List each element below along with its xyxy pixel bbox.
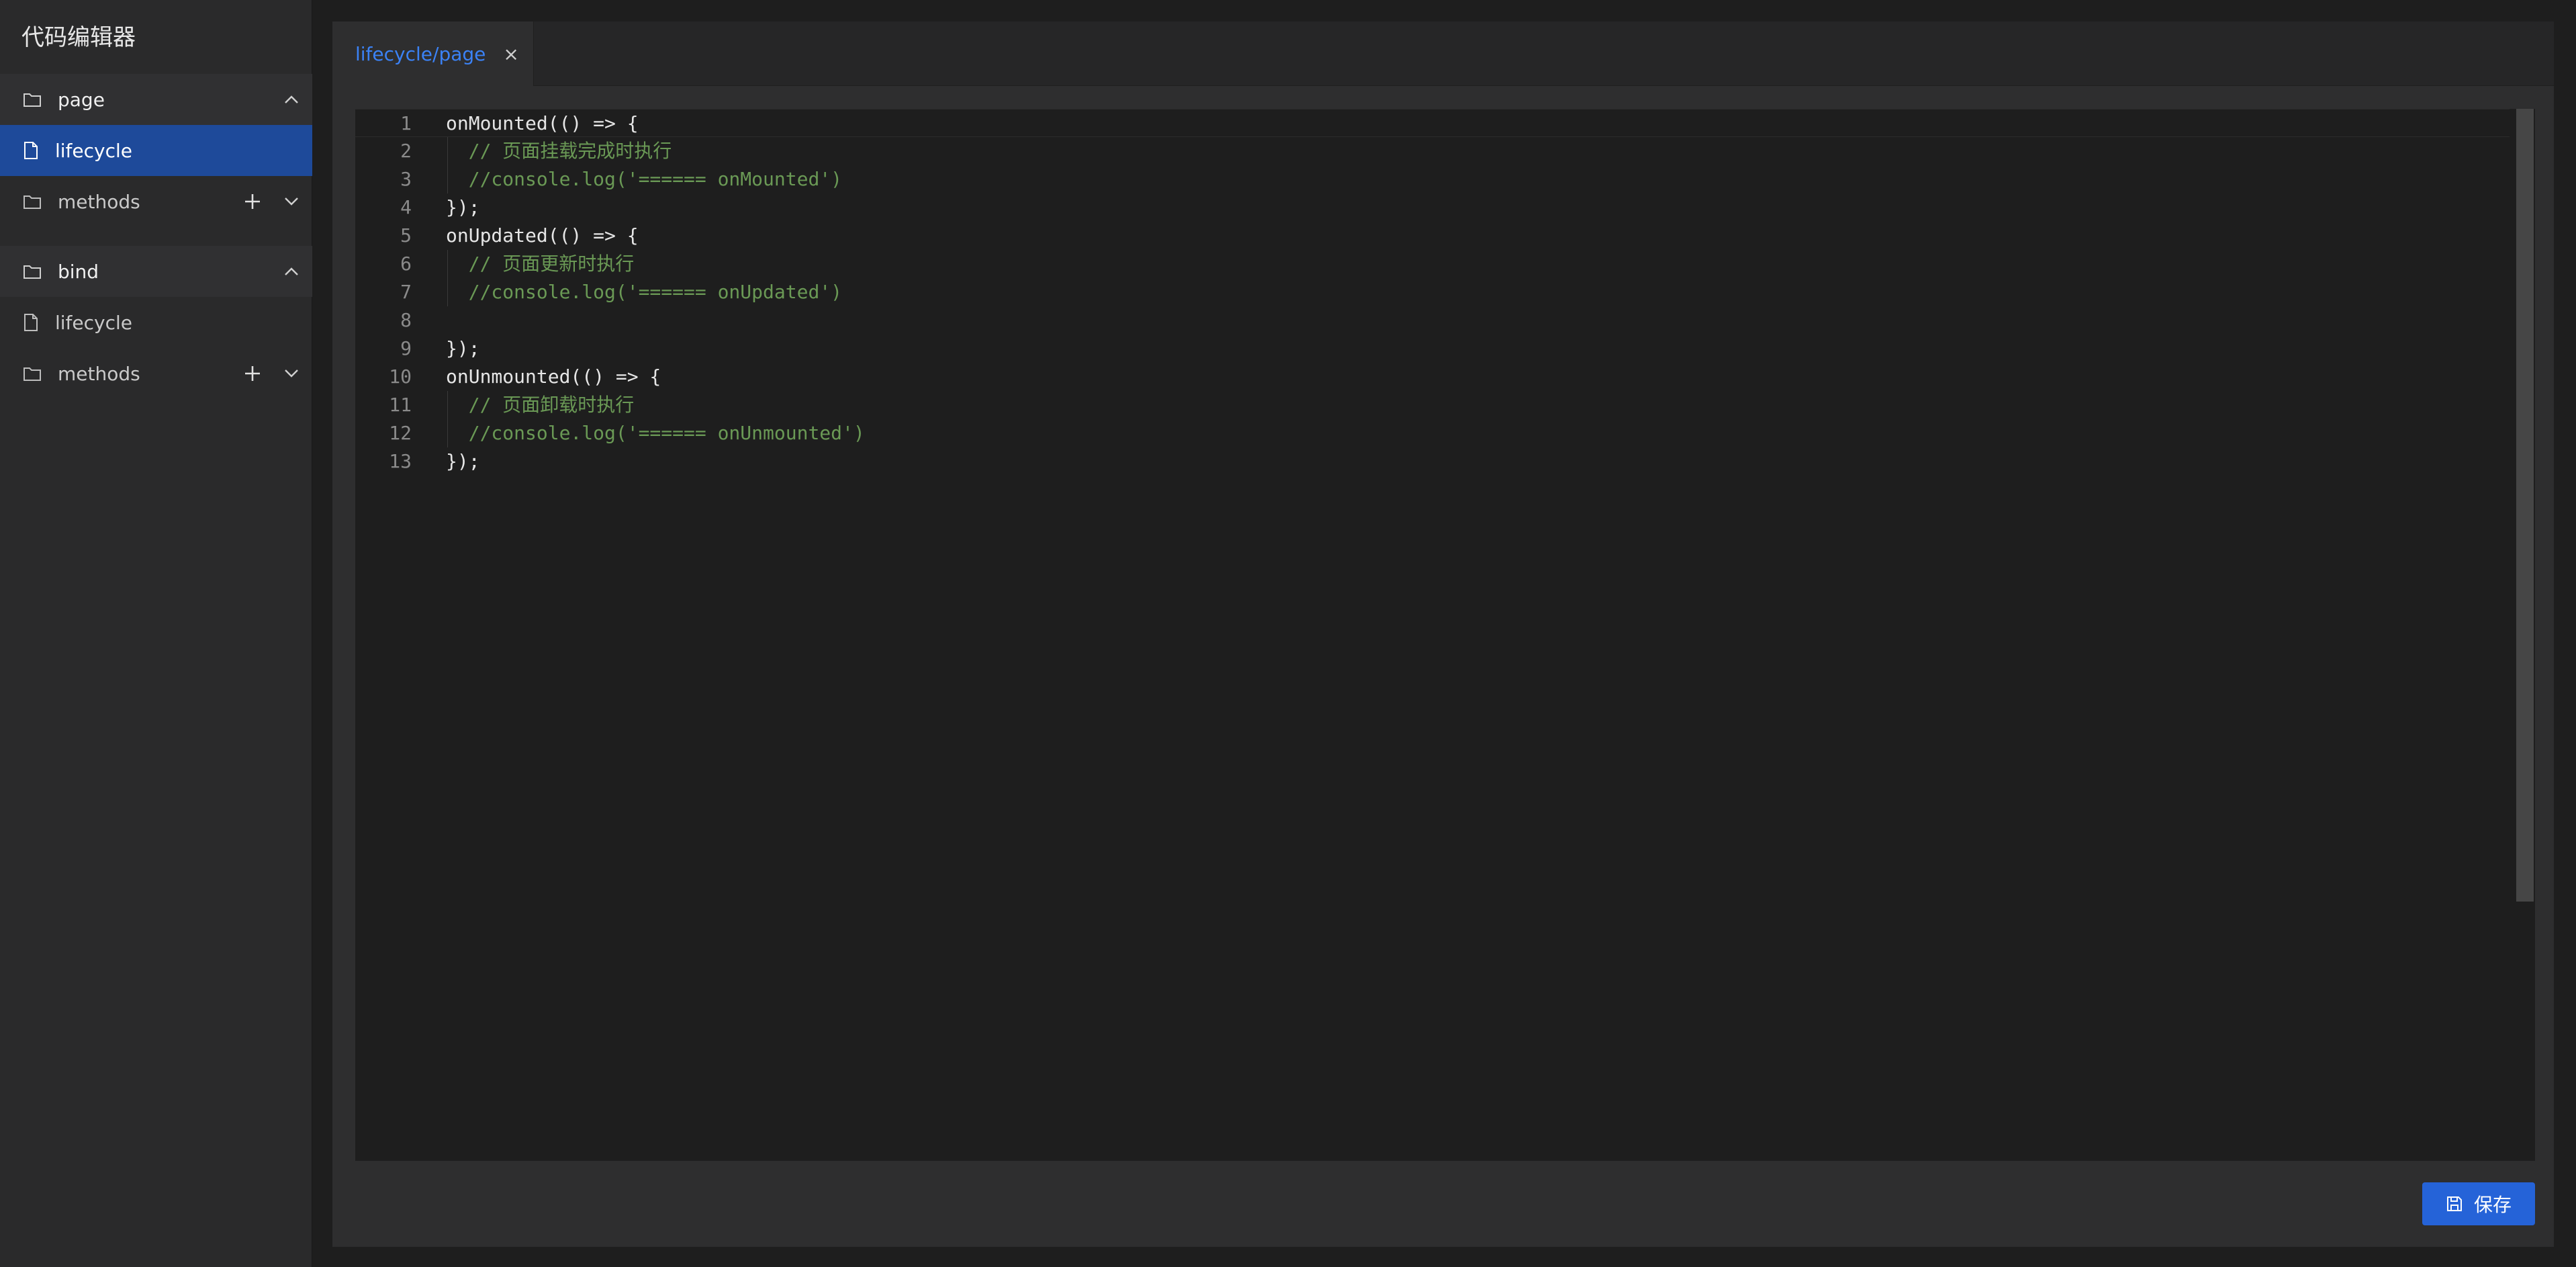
tree-item-bind-lifecycle[interactable]: lifecycle (0, 297, 312, 348)
line-number: 7 (400, 281, 412, 303)
line-number: 3 (400, 168, 412, 190)
code-line[interactable]: 1 onMounted(() => { (355, 109, 2510, 137)
chevron-up-icon[interactable] (284, 267, 299, 276)
code-editor[interactable]: 1 onMounted(() => {2 // 页面挂载完成时执行 3 //cons… (355, 109, 2535, 1161)
plus-icon[interactable] (244, 193, 261, 210)
code-line[interactable]: 8 (355, 306, 2510, 335)
code-line[interactable]: 7 //console.log('====== onUpdated') (355, 278, 2510, 306)
code-text: onMounted(() => { (446, 112, 639, 134)
tab-lifecycle-page[interactable]: lifecycle/page × (332, 21, 534, 86)
folder-icon (23, 91, 42, 107)
file-icon (23, 141, 39, 160)
code-line[interactable]: 12 //console.log('====== onUnmounted') (355, 419, 2510, 447)
scrollbar-thumb[interactable] (2516, 109, 2534, 902)
tree-group-label: bind (58, 260, 99, 283)
folder-icon (23, 365, 42, 382)
tree-group-label: page (58, 88, 105, 111)
save-button[interactable]: 保存 (2422, 1182, 2535, 1225)
line-number: 9 (400, 337, 412, 359)
code-line[interactable]: 9}); (355, 335, 2510, 363)
line-number: 10 (389, 365, 412, 388)
tree-item-page-methods[interactable]: methods (0, 176, 312, 227)
save-icon (2446, 1195, 2463, 1213)
code-text: }); (446, 196, 480, 218)
sidebar: 代码编辑器 page lifecycle methods bind lifecy… (0, 0, 312, 1267)
code-line[interactable]: 4}); (355, 193, 2510, 222)
code-comment: // 页面挂载完成时执行 (446, 140, 672, 162)
indent-guide (447, 391, 448, 447)
line-number: 6 (400, 253, 412, 275)
code-line[interactable]: 3 //console.log('====== onMounted') (355, 165, 2510, 193)
code-line[interactable]: 10 onUnmounted(() => { (355, 363, 2510, 391)
tree-item-label: lifecycle (55, 139, 133, 162)
chevron-up-icon[interactable] (284, 95, 299, 104)
code-text: }); (446, 450, 480, 472)
folder-icon (23, 193, 42, 210)
line-number: 1 (400, 112, 412, 134)
tree-item-label: lifecycle (55, 311, 133, 334)
line-number: 12 (389, 422, 412, 444)
tree-item-label: methods (58, 362, 140, 385)
code-line[interactable]: 11 // 页面卸载时执行 (355, 391, 2510, 419)
code-line[interactable]: 13}); (355, 447, 2510, 476)
plus-icon[interactable] (244, 365, 261, 382)
code-line[interactable]: 2 // 页面挂载完成时执行 (355, 137, 2510, 165)
chevron-down-icon[interactable] (284, 197, 299, 206)
tab-bar: lifecycle/page × (332, 21, 2554, 86)
save-button-label: 保存 (2473, 1194, 2512, 1216)
code-comment: // 页面更新时执行 (446, 253, 635, 275)
code-text: onUnmounted(() => { (446, 365, 661, 388)
line-number: 11 (389, 394, 412, 416)
editor-panel: lifecycle/page × 1 onMounted(() => { 2 // … (332, 21, 2554, 1247)
line-number: 2 (400, 140, 412, 162)
code-comment: //console.log('====== onMounted') (446, 168, 843, 190)
code-comment: // 页面卸载时执行 (446, 394, 635, 416)
line-number: 13 (389, 450, 412, 472)
tree-group-page[interactable]: page (0, 74, 312, 125)
tree-item-page-lifecycle[interactable]: lifecycle (0, 125, 312, 176)
code-line[interactable]: 6 // 页面更新时执行 (355, 250, 2510, 278)
code-text: }); (446, 337, 480, 359)
chevron-down-icon[interactable] (284, 369, 299, 378)
line-number: 4 (400, 196, 412, 218)
code-comment: //console.log('====== onUnmounted') (446, 422, 865, 444)
code-comment: //console.log('====== onUpdated') (446, 281, 843, 303)
tab-label: lifecycle/page (355, 42, 486, 65)
app-title: 代码编辑器 (21, 24, 136, 51)
line-number: 5 (400, 224, 412, 247)
folder-icon (23, 263, 42, 279)
code-text: onUpdated(() => { (446, 224, 639, 247)
close-icon[interactable]: × (503, 43, 518, 65)
file-icon (23, 313, 39, 332)
file-tree: page lifecycle methods bind lifecycle me… (0, 74, 312, 399)
code-line[interactable]: 5 onUpdated(() => { (355, 222, 2510, 250)
vertical-scrollbar[interactable] (2516, 109, 2535, 1161)
tree-group-bind[interactable]: bind (0, 246, 312, 297)
tree-item-bind-methods[interactable]: methods (0, 348, 312, 399)
indent-guide (447, 250, 448, 306)
indent-guide (447, 137, 448, 193)
line-number: 8 (400, 309, 412, 331)
tree-item-label: methods (58, 190, 140, 213)
